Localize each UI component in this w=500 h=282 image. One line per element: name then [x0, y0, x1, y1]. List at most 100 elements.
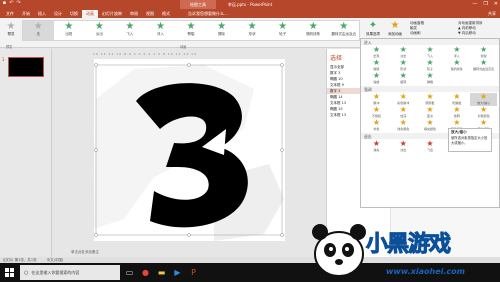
star-icon: ★ [399, 118, 407, 127]
slide-thumbnail[interactable] [8, 57, 44, 77]
star-icon: ★ [426, 45, 434, 54]
slide-number: 1 [2, 57, 5, 62]
dropdown-grid: ★ 脉冲 ★ 彩色脉冲 ★ 跷跷板 ★ 陀螺旋 ★ 放大/缩小 ★ 不饱和 ★ 加深 ★ 变淡 ★ 透明 ★ 对象颜色… [361, 92, 499, 133]
notes-placeholder[interactable]: 单击此处添加备注 [53, 249, 325, 257]
file-explorer-icon[interactable]: ▬ [156, 266, 167, 279]
window-controls: — ❐ ✕ [472, 1, 498, 7]
ribbon-tab[interactable]: 切换 [66, 10, 82, 18]
gallery-item-label: 擦除 [218, 32, 226, 36]
gallery-animation-item[interactable]: ★ 浮入 [145, 21, 176, 40]
star-icon: ★ [399, 58, 407, 67]
animation-effect-item[interactable]: ★ 随机线条 [443, 59, 470, 72]
star-icon: ★ [372, 45, 380, 54]
tooltip-title: 放大/缩小 [451, 130, 467, 134]
animation-effect-item[interactable]: ★ 旋转 [390, 72, 417, 85]
gallery-animation-item[interactable]: ★ 翻转式由远及近 [328, 21, 359, 40]
gallery-animation-item[interactable]: ★ 出现 [54, 21, 85, 40]
gallery-animation-item[interactable]: ★ 劈裂 [176, 21, 207, 40]
ribbon-tab[interactable]: 开始 [18, 10, 34, 18]
ribbon-tab[interactable]: 视图 [142, 10, 158, 18]
star-icon: ★ [426, 92, 434, 101]
resize-handle[interactable] [94, 63, 98, 67]
task-view-icon[interactable]: ▭ [124, 266, 135, 279]
animation-effect-item[interactable]: ★ 消失 [363, 140, 390, 153]
slide-canvas[interactable] [94, 59, 285, 241]
gallery-animation-item[interactable]: ★ 轮子 [267, 21, 298, 40]
taskbar-search-box[interactable]: ○ 在这里输入你要搜索的内容 [20, 265, 120, 280]
ribbon-tab[interactable]: 动画 [82, 10, 98, 18]
gallery-animation-item[interactable]: ★ 形状 [237, 21, 268, 40]
gallery-item-label: 翻转式由远及近 [331, 32, 356, 36]
star-icon: ★ [426, 71, 434, 80]
resize-handle[interactable] [280, 233, 284, 237]
add-animation-label: 添加动画 [388, 32, 402, 36]
preview-button[interactable]: ★ 预览 [2, 21, 20, 37]
gallery-item-label: 轮子 [279, 32, 287, 36]
animation-effect-item[interactable]: ★ 淡出 [390, 140, 417, 153]
gallery-animation-item[interactable]: ★ 飞入 [115, 21, 146, 40]
animation-effect-item[interactable]: ★ 补色 [363, 119, 390, 132]
gallery-item-label: 劈裂 [187, 32, 195, 36]
animation-effect-item[interactable]: ★ 线条颜色 [390, 119, 417, 132]
slide-editor: 16·14·12·10·8·6·4·2·0·2·4·6·8·10·12·14·1… [53, 49, 325, 257]
number-3-shapes[interactable] [94, 59, 285, 241]
move-later-button[interactable]: ▼ 向后移动 [458, 31, 483, 36]
animation-painter-button[interactable]: 动画刷 [410, 31, 424, 36]
panda-logo-icon [312, 224, 366, 282]
star-icon: ★ [480, 45, 488, 54]
share-button[interactable]: 共享 [488, 11, 496, 17]
gallery-item-label: 出现 [65, 32, 73, 36]
resize-handle[interactable] [187, 233, 191, 237]
ribbon-tab[interactable]: 审阅 [126, 10, 142, 18]
ribbon-tab[interactable]: 设计 [50, 10, 66, 18]
ribbon-tab[interactable]: 插入 [34, 10, 50, 18]
resize-handle[interactable] [280, 148, 284, 152]
windows-start-icon[interactable] [5, 268, 14, 277]
resize-handle[interactable] [187, 63, 191, 67]
star-icon: ★ [33, 21, 43, 32]
ribbon-tab[interactable]: 文件 [2, 10, 18, 18]
restore-icon[interactable]: ❐ [483, 1, 487, 7]
powerpoint-icon[interactable]: P [188, 266, 199, 279]
watermark-url: www.xiaohei.com [386, 267, 465, 276]
resize-handle[interactable] [280, 63, 284, 67]
gallery-animation-item[interactable]: ★ 淡出 [84, 21, 115, 40]
animation-effect-item[interactable]: ★ 缩放 [363, 72, 390, 85]
star-icon: ★ [453, 105, 461, 114]
star-icon: ★ [278, 21, 288, 32]
star-icon: ★ [6, 21, 16, 32]
star-icon: ★ [372, 92, 380, 101]
gallery-animation-item[interactable]: ★ 无 [23, 21, 54, 40]
star-icon: ★ [399, 105, 407, 114]
resize-handle[interactable] [94, 148, 98, 152]
star-icon: ★ [308, 21, 318, 32]
ribbon-tab[interactable]: 格式 [158, 10, 174, 18]
star-icon: ★ [426, 105, 434, 114]
animation-effect-item[interactable]: ★ 翻转式由远及近 [470, 59, 497, 72]
language-indicator[interactable]: 中文(中国) [47, 258, 64, 263]
minimize-icon[interactable]: — [472, 1, 477, 7]
gallery-animation-item[interactable]: ★ 随机线条 [298, 21, 329, 40]
close-icon[interactable]: ✕ [494, 1, 498, 7]
animation-effect-item[interactable]: ★ 填充颜色 [417, 119, 444, 132]
animation-effect-item[interactable]: ★ 飞出 [417, 140, 444, 153]
star-icon: ★ [372, 118, 380, 127]
tell-me-search[interactable]: 告诉我您想要做什么… [188, 10, 228, 18]
ribbon-tabs: 文件 开始 插入 设计 切换 动画 幻灯片放映 审阅 视图 格式 告诉我您想要做什么… [0, 9, 500, 18]
resize-handle[interactable] [94, 233, 98, 237]
search-icon: ○ [24, 269, 29, 276]
gallery-item-label: 飞入 [126, 32, 134, 36]
media-icon[interactable]: ▶ [172, 266, 183, 279]
star-icon: ★ [453, 118, 461, 127]
advanced-animation-group: 动画窗格 触发 动画刷 [410, 21, 424, 36]
effect-label: 填充颜色 [423, 127, 436, 131]
star-icon: ★ [186, 21, 196, 32]
gallery-animation-item[interactable]: ★ 擦除 [206, 21, 237, 40]
ribbon-tab[interactable]: 幻灯片放映 [98, 10, 126, 18]
star-icon: ★ [426, 139, 434, 148]
animation-effect-item[interactable]: ★ 弹跳 [417, 72, 444, 85]
star-icon: ★ [372, 58, 380, 67]
star-icon: ★ [399, 92, 407, 101]
effect-label: 补色 [373, 127, 380, 131]
browser-icon[interactable]: ● [140, 266, 151, 279]
